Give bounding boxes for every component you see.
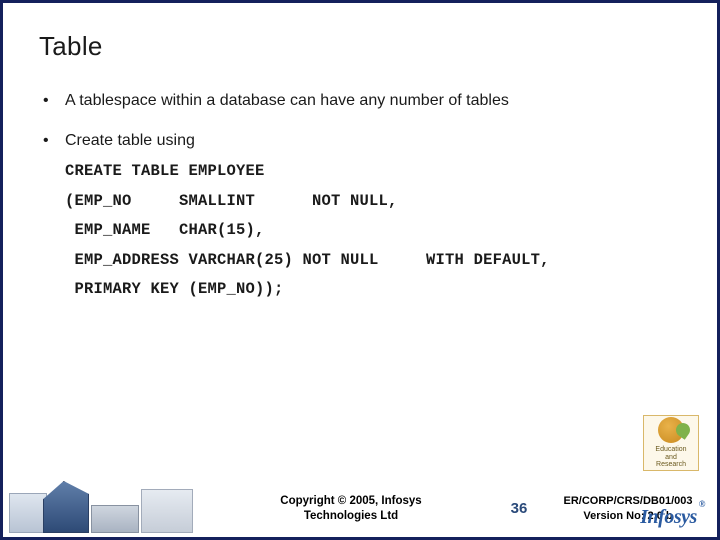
footer-buildings-art [3,477,203,533]
bullet-text: Create table using [65,132,195,149]
building-icon [9,493,47,533]
bullet-list: A tablespace within a database can have … [39,90,681,304]
bullet-item: A tablespace within a database can have … [39,90,681,112]
code-line: EMP_NAME CHAR(15), [65,221,265,239]
page-number: 36 [499,500,539,533]
badge-text: Research [656,461,686,468]
bullet-text: A tablespace within a database can have … [65,92,509,109]
slide-frame: Table A tablespace within a database can… [0,0,720,540]
slide-footer: Copyright © 2005, Infosys Technologies L… [3,469,717,533]
code-line: PRIMARY KEY (EMP_NO)); [65,280,284,298]
education-research-badge: Education and Research [643,415,699,471]
badge-text: Education [655,446,686,453]
badge-figure-icon [658,417,684,443]
infosys-logo: Infosys® [640,506,703,529]
slide-title: Table [39,31,681,62]
code-line: (EMP_NO SMALLINT NOT NULL, [65,192,398,210]
code-block: CREATE TABLE EMPLOYEE (EMP_NO SMALLINT N… [65,157,681,304]
building-icon [141,489,193,533]
building-icon [43,481,89,533]
code-line: CREATE TABLE EMPLOYEE [65,162,265,180]
copyright-line: Copyright © 2005, Infosys [203,494,499,508]
badge-text: and [665,454,677,461]
code-line: EMP_ADDRESS VARCHAR(25) NOT NULL WITH DE… [65,251,550,269]
footer-copyright: Copyright © 2005, Infosys Technologies L… [203,494,499,533]
registered-mark: ® [699,499,705,509]
building-icon [91,505,139,533]
logo-text: Infosys [640,506,697,528]
copyright-line: Technologies Ltd [203,509,499,523]
bullet-item: Create table using CREATE TABLE EMPLOYEE… [39,130,681,305]
